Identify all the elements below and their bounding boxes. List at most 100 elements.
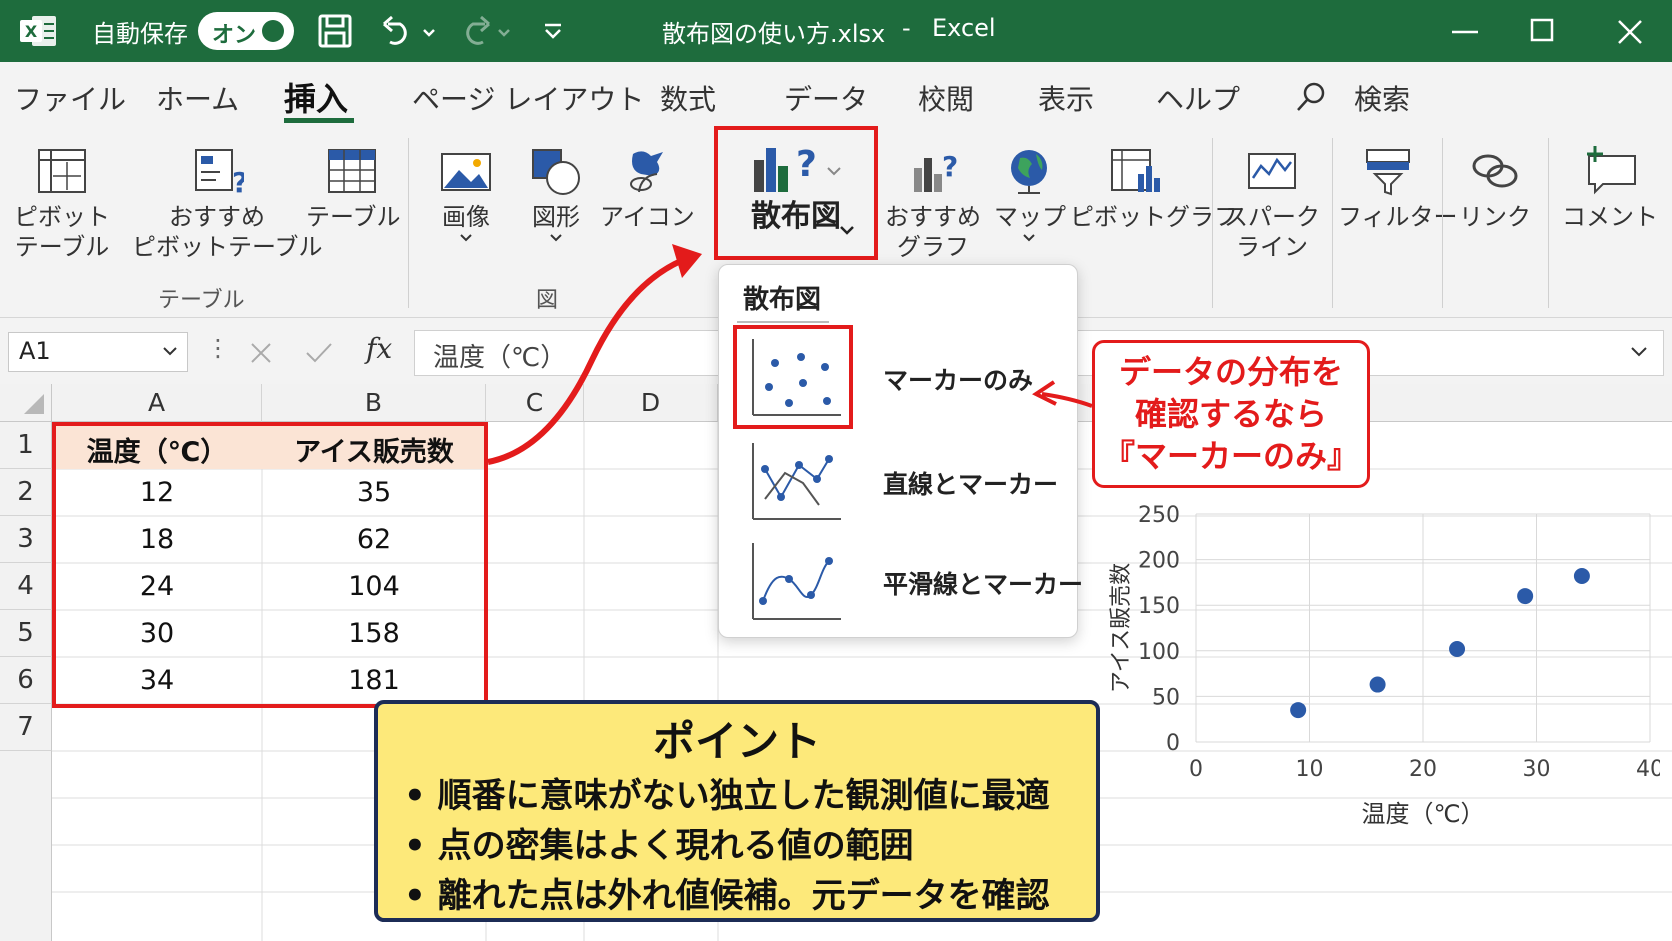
chevron-down-icon (840, 226, 854, 235)
row-header-filler (0, 751, 52, 941)
ribbon-separator (408, 138, 409, 308)
x-tick-label: 30 (1523, 757, 1551, 782)
column-header-a[interactable]: A (52, 384, 262, 422)
image-button[interactable]: 画像 (428, 146, 504, 244)
filter-button[interactable]: フィルター (1338, 146, 1458, 232)
check-icon[interactable] (304, 340, 334, 366)
pivot-chart-label: ピボットグラフ (1070, 203, 1238, 231)
column-header-b[interactable]: B (262, 384, 486, 422)
x-tick-label: 40 (1636, 757, 1660, 782)
customize-toolbar-icon[interactable] (542, 20, 564, 42)
svg-text:X: X (25, 22, 38, 41)
sparkline-button[interactable]: スパーク ライン (1224, 146, 1320, 262)
recommended-chart-button[interactable]: ? おすすめ グラフ (884, 146, 982, 262)
tab-insert[interactable]: 挿入 (284, 74, 348, 120)
image-icon (441, 153, 491, 191)
undo-icon[interactable] (380, 14, 440, 48)
scatter-markers-only-option[interactable]: マーカーのみ (733, 325, 1063, 429)
app-name: Excel (932, 14, 996, 42)
select-all-corner[interactable] (0, 384, 52, 422)
data-point (1573, 568, 1590, 585)
link-label: リンク (1459, 203, 1531, 231)
pivot-chart-button[interactable]: ピボットグラフ (1070, 146, 1238, 232)
search-icon[interactable] (1294, 80, 1328, 114)
search-label[interactable]: 検索 (1354, 78, 1410, 118)
scatter-chart-button[interactable]: ? 散布図 (724, 138, 868, 235)
table-label: テーブル (306, 203, 401, 231)
autosave-toggle[interactable]: オン (198, 12, 294, 50)
ribbon-separator (1332, 138, 1333, 308)
scatter-chart-icon: ? (754, 144, 841, 192)
sparkline-label: スパーク ライン (1224, 203, 1320, 261)
row-header-5[interactable]: 5 (0, 610, 52, 657)
row-header-7[interactable]: 7 (0, 704, 52, 751)
name-box-value: A1 (19, 337, 51, 365)
link-icon (1472, 154, 1518, 188)
data-range-highlight (52, 422, 488, 708)
recommended-pivot-icon: ? (195, 149, 244, 196)
y-tick-label: 200 (1138, 549, 1180, 574)
maximize-icon[interactable] (1530, 18, 1556, 44)
pivot-table-label: ピボット テーブル (14, 203, 110, 261)
tab-review[interactable]: 校閲 (918, 78, 974, 118)
tab-file[interactable]: ファイル (14, 78, 126, 118)
tab-help[interactable]: ヘルプ (1156, 78, 1240, 118)
redo-icon[interactable] (455, 14, 515, 48)
chevron-down-icon[interactable] (1629, 343, 1649, 361)
smooth-lines-markers-icon (752, 543, 841, 620)
point-bullet: • 離れた点は外れ値候補。元データを確認 (404, 876, 1050, 916)
y-tick-label: 250 (1138, 503, 1180, 528)
chevron-down-icon (460, 234, 472, 242)
comment-label: コメント (1562, 203, 1658, 231)
active-tab-underline (284, 118, 354, 123)
slicer-filter-icon (1366, 149, 1410, 196)
tab-data[interactable]: データ (784, 78, 868, 118)
tab-formulas[interactable]: 数式 (660, 78, 716, 118)
svg-text:?: ? (232, 166, 244, 196)
row-header-2[interactable]: 2 (0, 469, 52, 516)
cancel-icon[interactable] (248, 340, 274, 366)
save-icon[interactable] (318, 14, 352, 48)
point-title: ポイント (652, 717, 821, 766)
map-button[interactable]: マップ (994, 146, 1066, 244)
comment-button[interactable]: コメント (1560, 146, 1660, 232)
row-header-4[interactable]: 4 (0, 563, 52, 610)
tab-home[interactable]: ホーム (156, 78, 239, 118)
recommended-pivot-label: おすすめ ピボットテーブル (132, 203, 323, 261)
x-tick-label: 0 (1189, 757, 1203, 782)
table-button[interactable]: テーブル (306, 146, 401, 232)
row-header-6[interactable]: 6 (0, 657, 52, 704)
row-header-3[interactable]: 3 (0, 516, 52, 563)
row-header-1[interactable]: 1 (0, 422, 52, 469)
scatter-smooth-lines-markers-option[interactable]: 平滑線とマーカー (733, 535, 1083, 631)
scatter-chart[interactable]: 0 50 100 150 200 250 0 10 20 30 40 温度（℃） アイス販売数 (1100, 498, 1660, 838)
scatter-straight-lines-markers-option[interactable]: 直線とマーカー (733, 435, 1063, 531)
excel-logo-icon: X (20, 16, 56, 46)
select-all-triangle-icon (24, 394, 44, 414)
callout-box: データの分布を 確認するなら 『マーカーのみ』 (1092, 340, 1370, 488)
chevron-down-icon[interactable] (161, 343, 179, 361)
shapes-icon (532, 149, 580, 195)
smooth-lines-markers-label: 平滑線とマーカー (883, 570, 1084, 599)
comment-icon (1587, 146, 1636, 195)
link-button[interactable]: リンク (1452, 146, 1538, 232)
tab-page-layout[interactable]: ページ レイアウト (412, 78, 644, 118)
name-box[interactable]: A1 (8, 332, 188, 372)
file-name: 散布図の使い方.xlsx (662, 20, 886, 48)
icons-button[interactable]: アイコン (600, 146, 695, 232)
tab-view[interactable]: 表示 (1038, 78, 1094, 118)
pivot-table-button[interactable]: ピボット テーブル (10, 146, 114, 262)
point-bullet: • 順番に意味がない独立した観測値に最適 (404, 776, 1050, 816)
recommended-pivot-button[interactable]: ? おすすめ ピボットテーブル (132, 146, 323, 262)
map-label: マップ (994, 203, 1066, 231)
x-tick-label: 20 (1409, 757, 1437, 782)
minimize-icon[interactable] (1450, 20, 1480, 42)
globe-icon (1011, 150, 1047, 194)
table-icon (328, 149, 376, 193)
markers-only-icon (752, 339, 841, 416)
shapes-button[interactable]: 図形 (518, 146, 594, 244)
insert-function-icon[interactable]: fx (366, 332, 392, 365)
callout-line: 確認するなら (1134, 395, 1327, 433)
close-icon[interactable] (1616, 18, 1644, 46)
point-note-box: ポイント • 順番に意味がない独立した観測値に最適 • 点の密集はよく現れる値の… (374, 700, 1100, 922)
